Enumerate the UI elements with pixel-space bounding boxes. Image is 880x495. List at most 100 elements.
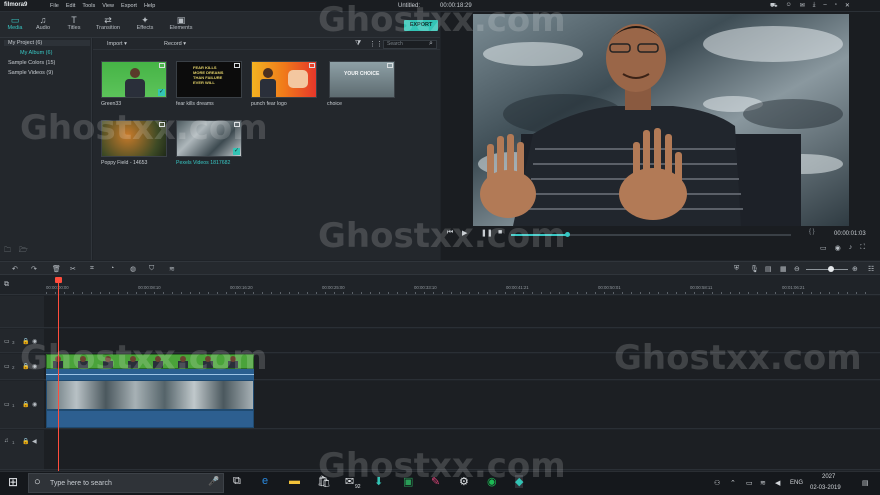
snapshot-icon[interactable]: ▦ — [780, 265, 787, 273]
zoom-slider[interactable] — [806, 269, 848, 270]
eye-icon[interactable]: ◉ — [32, 338, 37, 345]
zoom-slider-handle[interactable] — [828, 266, 834, 272]
tray-arrow-icon[interactable]: ⌃ — [730, 479, 736, 487]
microphone-icon[interactable]: 🎤 — [208, 476, 219, 487]
media-thumb-poppy-field[interactable] — [101, 120, 167, 157]
eye-icon[interactable]: ◉ — [32, 363, 37, 370]
speaker-icon[interactable]: ◀ — [32, 438, 37, 445]
camera-icon[interactable]: ◉ — [835, 244, 841, 252]
mail-app-icon[interactable]: ✉ — [345, 475, 354, 488]
playhead[interactable] — [58, 279, 59, 471]
mail-icon[interactable]: ✉ — [800, 2, 805, 10]
zoom-out-icon[interactable]: ⊖ — [794, 265, 800, 273]
media-thumb-choice[interactable]: YOUR CHOICE — [329, 61, 395, 98]
download-icon[interactable]: ⤓ — [813, 2, 816, 10]
tab-transition[interactable]: ⇄ Transition — [93, 15, 123, 31]
media-thumb-punch-fear-logo[interactable] — [251, 61, 317, 98]
file-explorer-icon[interactable]: ▬ — [289, 475, 300, 487]
menu-tools[interactable]: Tools — [82, 3, 95, 9]
tab-effects[interactable]: ✦ Effects — [130, 15, 160, 31]
tree-item-my-album[interactable]: My Album (6) — [20, 50, 52, 56]
menu-edit[interactable]: Edit — [66, 3, 75, 9]
speed-icon[interactable]: ◔ — [110, 265, 114, 272]
monitor-icon[interactable]: ▭ — [820, 244, 827, 252]
lock-icon[interactable]: 🔒 — [22, 401, 29, 408]
tab-audio[interactable]: ♫ Audio — [28, 15, 58, 31]
volume-icon[interactable]: ♪ — [849, 244, 853, 252]
volume-tray-icon[interactable]: ◀ — [775, 479, 780, 487]
audio-adjust-icon[interactable]: ≋ — [169, 265, 175, 273]
filmora-taskbar-icon[interactable]: ◆ — [515, 475, 524, 488]
user-icon[interactable]: ☺ — [786, 2, 792, 10]
export-button[interactable]: EXPORT — [404, 20, 438, 31]
crop-icon[interactable]: ⌗ — [90, 265, 94, 273]
record-dropdown[interactable]: Record ▾ — [164, 41, 186, 47]
timeline-empty-area[interactable] — [44, 296, 880, 328]
spotify-icon[interactable]: ◉ — [487, 475, 497, 488]
task-view-icon[interactable]: ⧉ — [233, 475, 241, 488]
tab-titles[interactable]: T Titles — [59, 15, 89, 31]
maximize-icon[interactable]: ▫ — [835, 2, 837, 10]
edge-icon[interactable]: e — [262, 475, 268, 487]
tab-media[interactable]: ▭ Media — [0, 15, 30, 31]
redo-icon[interactable]: ↷ — [31, 265, 37, 273]
zoom-in-icon[interactable]: ⊕ — [852, 265, 858, 273]
download-app-icon[interactable]: ⬇ — [374, 475, 383, 488]
timeline-clip-green33[interactable] — [46, 354, 254, 369]
green-screen-icon[interactable]: ⛉ — [149, 265, 154, 273]
playhead-handle[interactable] — [55, 277, 62, 283]
lock-icon[interactable]: 🔒 — [22, 338, 29, 345]
delete-icon[interactable]: 🗑 — [52, 265, 61, 273]
minimize-icon[interactable]: – — [823, 2, 826, 10]
cut-icon[interactable]: ✂ — [70, 265, 76, 273]
folder-icon[interactable]: 🗁 — [19, 246, 28, 257]
new-folder-icon[interactable]: 🗀 — [4, 246, 11, 257]
media-thumb-green33[interactable]: ✓ — [101, 61, 167, 98]
mic-icon[interactable]: 🎙 — [750, 265, 759, 273]
timeline-clip-pexels[interactable] — [46, 380, 254, 410]
people-icon[interactable]: ⚇ — [714, 479, 720, 487]
menu-export[interactable]: Export — [121, 3, 137, 9]
grid-view-icon[interactable]: ⋮⋮ — [369, 40, 383, 48]
track-row-audio[interactable] — [44, 430, 880, 470]
timeline-ruler[interactable]: ⧉ 00:00:00:00 00:00:08:10 00:00:16:20 00… — [0, 275, 880, 295]
menu-view[interactable]: View — [102, 3, 114, 9]
store-icon[interactable]: 🛍 — [317, 475, 331, 488]
eye-icon[interactable]: ◉ — [32, 401, 37, 408]
windows-start-icon[interactable]: ⊞ — [8, 475, 18, 489]
media-thumb-fear-kills-dreams[interactable]: FEAR KILLS MORE DREAMS THAN FAILURE EVER… — [176, 61, 242, 98]
track-row-3[interactable] — [44, 329, 880, 353]
skip-back-icon[interactable]: ⏮ — [447, 229, 453, 237]
lock-icon[interactable]: 🔒 — [22, 363, 29, 370]
lock-icon[interactable]: 🔒 — [22, 438, 29, 445]
clock-date[interactable]: 02-03-2019 — [810, 485, 841, 491]
shield-icon[interactable]: ⛨ — [734, 265, 739, 273]
color-icon[interactable]: ◍ — [130, 265, 136, 273]
play-icon[interactable]: ▶ — [462, 229, 467, 237]
preview-progress-handle[interactable] — [565, 232, 570, 237]
notification-icon[interactable]: ▤ — [862, 479, 869, 487]
tree-item-my-project[interactable]: My Project (6) — [4, 40, 90, 46]
language-indicator[interactable]: ENG — [790, 480, 803, 486]
evernote-icon[interactable]: ▣ — [403, 475, 413, 488]
media-thumb-pexels-videos[interactable]: ✓ — [176, 120, 242, 157]
tree-item-sample-colors[interactable]: Sample Colors (15) — [8, 60, 55, 66]
pause-icon[interactable]: ❚❚ — [481, 229, 493, 237]
battery-icon[interactable]: ▭ — [746, 479, 753, 487]
settings-gear-icon[interactable]: ⚙ — [459, 475, 469, 488]
cart-icon[interactable]: ⛟ — [770, 2, 778, 10]
timeline-clip-audio-wave[interactable] — [46, 369, 254, 380]
stop-icon[interactable]: ■ — [498, 229, 502, 236]
import-dropdown[interactable]: Import ▾ — [107, 41, 127, 47]
wifi-icon[interactable]: ≋ — [760, 479, 766, 487]
menu-help[interactable]: Help — [144, 3, 155, 9]
brace-icon[interactable]: { } — [809, 229, 815, 235]
tab-elements[interactable]: ▣ Elements — [166, 15, 196, 31]
voiceover-icon[interactable]: ▤ — [765, 265, 772, 273]
filter-icon[interactable]: ⧩ — [355, 40, 361, 48]
tree-item-sample-videos[interactable]: Sample Videos (9) — [8, 70, 53, 76]
add-track-icon[interactable]: ⧉ — [4, 281, 9, 289]
undo-icon[interactable]: ↶ — [12, 265, 18, 273]
close-icon[interactable]: ✕ — [845, 2, 850, 10]
menu-file[interactable]: File — [50, 3, 59, 9]
